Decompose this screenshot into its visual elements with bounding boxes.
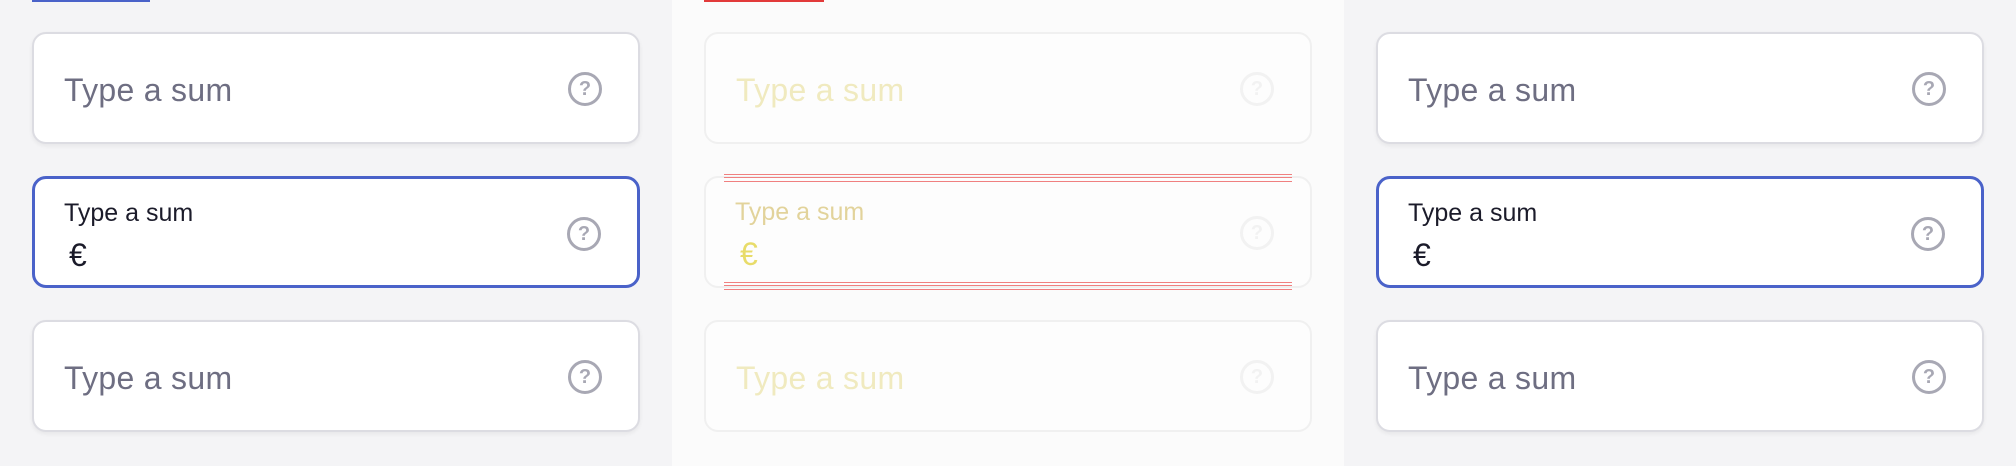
sum-input[interactable]: Type a sum ?	[1376, 32, 1984, 144]
help-icon[interactable]: ?	[1911, 217, 1945, 251]
sum-input[interactable]: Type a sum ?	[1376, 320, 1984, 432]
sum-input[interactable]: Type a sum ?	[32, 320, 640, 432]
help-icon[interactable]: ?	[1240, 72, 1274, 106]
sum-input-faded[interactable]: Type a sum ?	[704, 320, 1312, 432]
sum-input-label: Type a sum	[735, 198, 865, 226]
panel-middle: Type a sum ? Type a sum € ? Type a sum ?	[672, 0, 1344, 466]
currency-symbol: €	[69, 237, 87, 273]
error-guide-bottom	[724, 282, 1292, 290]
help-icon[interactable]: ?	[1912, 72, 1946, 106]
currency-symbol: €	[740, 236, 758, 272]
help-icon[interactable]: ?	[567, 217, 601, 251]
sum-input-placeholder: Type a sum	[64, 360, 233, 396]
sum-input-placeholder: Type a sum	[1408, 360, 1577, 396]
currency-symbol: €	[1413, 237, 1431, 273]
error-guide-top	[724, 174, 1292, 182]
sum-input-placeholder: Type a sum	[1408, 72, 1577, 108]
panel-right: Type a sum ? Type a sum € ? Type a sum ?	[1344, 0, 2016, 466]
tab-indicator-error	[704, 0, 824, 2]
help-icon[interactable]: ?	[1240, 216, 1274, 250]
sum-input[interactable]: Type a sum ?	[32, 32, 640, 144]
panel-left: Type a sum ? Type a sum € ? Type a sum ?	[0, 0, 672, 466]
sum-input-placeholder: Type a sum	[64, 72, 233, 108]
sum-input-placeholder: Type a sum	[736, 360, 905, 396]
sum-input-faded-focused[interactable]: Type a sum € ?	[704, 176, 1312, 288]
sum-input-faded[interactable]: Type a sum ?	[704, 32, 1312, 144]
sum-input-focused[interactable]: Type a sum € ?	[32, 176, 640, 288]
sum-input-label: Type a sum	[1408, 199, 1538, 227]
sum-input-label: Type a sum	[64, 199, 194, 227]
help-icon[interactable]: ?	[1240, 360, 1274, 394]
help-icon[interactable]: ?	[568, 72, 602, 106]
sum-input-focused[interactable]: Type a sum € ?	[1376, 176, 1984, 288]
help-icon[interactable]: ?	[568, 360, 602, 394]
sum-input-placeholder: Type a sum	[736, 72, 905, 108]
help-icon[interactable]: ?	[1912, 360, 1946, 394]
tab-indicator-active	[32, 0, 150, 2]
